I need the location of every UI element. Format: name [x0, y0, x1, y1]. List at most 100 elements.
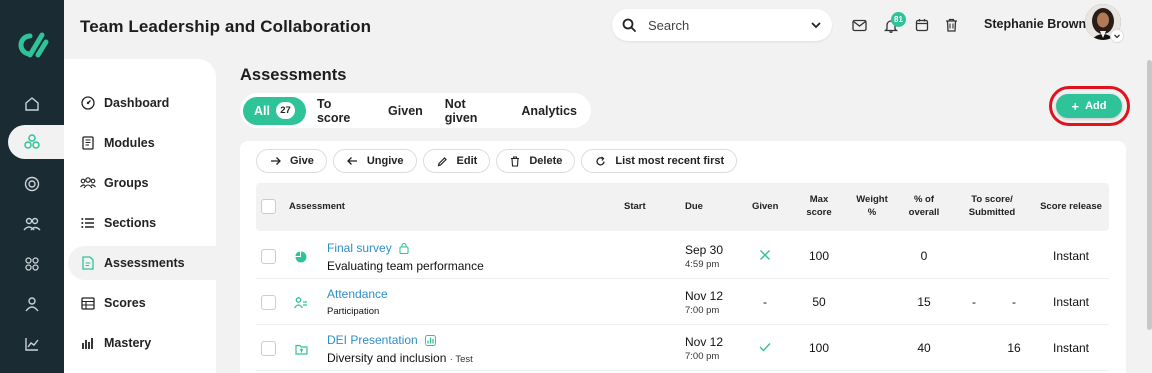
- to-score-value: -: [972, 295, 976, 309]
- app-rail: [0, 0, 68, 373]
- column-header-max-score[interactable]: Max score: [794, 193, 844, 219]
- sidebar-item-groups[interactable]: Groups: [80, 166, 216, 200]
- user-name[interactable]: Stephanie Brown: [984, 17, 1086, 31]
- app-logo: [18, 32, 49, 58]
- tab-given[interactable]: Given: [377, 97, 434, 125]
- score-release: Instant: [1052, 249, 1090, 263]
- sort-label: List most recent first: [615, 155, 725, 167]
- folder-upload-icon: [293, 341, 309, 357]
- given-x-icon: [759, 249, 771, 264]
- assessment-tabs: All 27 To score Given Not given Analytic…: [240, 93, 591, 128]
- max-score: 100: [808, 341, 830, 355]
- due-time: 7:00 pm: [685, 351, 720, 362]
- dashboard-icon: [80, 95, 96, 111]
- header-line: score: [806, 207, 832, 218]
- apps-grid-icon[interactable]: [20, 252, 44, 276]
- arrow-left-icon: [346, 156, 358, 166]
- document-icon: [80, 255, 96, 271]
- table-header: Assessment Start Due Given Max score Wei…: [256, 183, 1109, 231]
- ungive-button[interactable]: Ungive: [332, 149, 417, 173]
- column-header-to-score-submitted[interactable]: To score/ Submitted: [956, 193, 1028, 219]
- column-header-percent-overall[interactable]: % of overall: [899, 193, 949, 219]
- assessment-title: Final survey: [327, 241, 392, 255]
- give-label: Give: [290, 155, 314, 167]
- table-row[interactable]: DEI Presentation Diversity and inclusion…: [256, 325, 1109, 371]
- score-release: Instant: [1052, 295, 1090, 309]
- chevron-down-icon[interactable]: [810, 19, 822, 31]
- search-label[interactable]: Search: [648, 18, 810, 33]
- due-time: 7:00 pm: [685, 305, 720, 316]
- tab-not-given[interactable]: Not given: [434, 97, 511, 125]
- due-time: 4:59 pm: [685, 259, 720, 270]
- tab-to-score[interactable]: To score: [306, 97, 377, 125]
- sort-button[interactable]: List most recent first: [581, 149, 738, 173]
- sidebar-item-label: Sections: [104, 216, 157, 230]
- target-icon[interactable]: [20, 172, 44, 196]
- delete-button[interactable]: Delete: [496, 149, 576, 173]
- user-icon[interactable]: [20, 292, 44, 316]
- table-row[interactable]: Final survey Evaluating team performance…: [256, 233, 1109, 279]
- calendar-icon[interactable]: [913, 16, 931, 34]
- percent-overall: 0: [920, 249, 928, 263]
- list-icon: [80, 215, 96, 231]
- search-icon: [622, 18, 636, 32]
- analytics-bar-icon: [424, 334, 436, 346]
- lock-icon: [399, 242, 409, 254]
- book-icon: [80, 135, 96, 151]
- column-header-assessment[interactable]: Assessment: [289, 200, 345, 213]
- tab-analytics[interactable]: Analytics: [510, 97, 588, 125]
- assessment-title-link[interactable]: DEI Presentation: [327, 333, 436, 347]
- sidebar-item-scores[interactable]: Scores: [80, 286, 216, 320]
- scrollbar[interactable]: [1147, 60, 1152, 330]
- header-line: Weight: [856, 194, 888, 205]
- tab-all[interactable]: All 27: [243, 96, 306, 125]
- submitted-value: 16: [1007, 341, 1021, 355]
- assessment-subtitle: Evaluating team performance: [327, 259, 484, 273]
- mail-icon[interactable]: [850, 16, 868, 34]
- row-checkbox[interactable]: [261, 249, 276, 264]
- edit-button[interactable]: Edit: [422, 149, 491, 173]
- assessment-title-link[interactable]: Attendance: [327, 287, 388, 301]
- score-release: Instant: [1052, 341, 1090, 355]
- trash-icon[interactable]: [942, 16, 960, 34]
- assessment-title-link[interactable]: Final survey: [327, 241, 409, 255]
- column-header-score-release[interactable]: Score release: [1036, 200, 1106, 213]
- header-line: Submitted: [968, 207, 1016, 218]
- trash-icon: [510, 155, 520, 167]
- select-all-checkbox[interactable]: [261, 199, 276, 214]
- search-box[interactable]: Search: [612, 9, 832, 41]
- delete-label: Delete: [529, 155, 563, 167]
- subtitle-text: Diversity and inclusion: [327, 351, 447, 365]
- home-icon[interactable]: [20, 92, 44, 116]
- row-checkbox[interactable]: [261, 341, 276, 356]
- tab-count-badge: 27: [275, 102, 295, 119]
- sidebar-item-mastery[interactable]: Mastery: [80, 326, 216, 360]
- header-line: overall: [908, 207, 940, 218]
- survey-pie-icon: [293, 249, 309, 265]
- account-menu-chevron-icon[interactable]: [1110, 29, 1124, 43]
- max-score: 100: [808, 249, 830, 263]
- table-toolbar: Give Ungive Edit Delete List most recent…: [256, 149, 738, 173]
- sidebar-item-assessments[interactable]: Assessments: [80, 246, 216, 280]
- courses-icon[interactable]: [20, 130, 44, 154]
- table-row[interactable]: Attendance Participation Nov 12 7:00 pm …: [256, 279, 1109, 325]
- assessment-type-tag: · Test: [449, 354, 473, 365]
- people-icon[interactable]: [20, 212, 44, 236]
- row-checkbox[interactable]: [261, 295, 276, 310]
- sidebar-item-sections[interactable]: Sections: [80, 206, 216, 240]
- column-header-given[interactable]: Given: [752, 200, 778, 213]
- column-header-start[interactable]: Start: [624, 200, 646, 213]
- analytics-icon[interactable]: [20, 332, 44, 356]
- section-title: Assessments: [240, 66, 347, 84]
- column-header-due[interactable]: Due: [685, 200, 703, 213]
- add-button[interactable]: + Add: [1056, 94, 1122, 118]
- percent-overall: 40: [917, 341, 931, 355]
- page-title: Team Leadership and Collaboration: [80, 17, 372, 36]
- plus-icon: +: [1071, 98, 1080, 114]
- ungive-label: Ungive: [366, 155, 404, 167]
- give-button[interactable]: Give: [256, 149, 327, 173]
- sidebar-item-dashboard[interactable]: Dashboard: [80, 86, 216, 120]
- sidebar-item-modules[interactable]: Modules: [80, 126, 216, 160]
- column-header-weight[interactable]: Weight %: [847, 193, 897, 219]
- max-score: 50: [812, 295, 826, 309]
